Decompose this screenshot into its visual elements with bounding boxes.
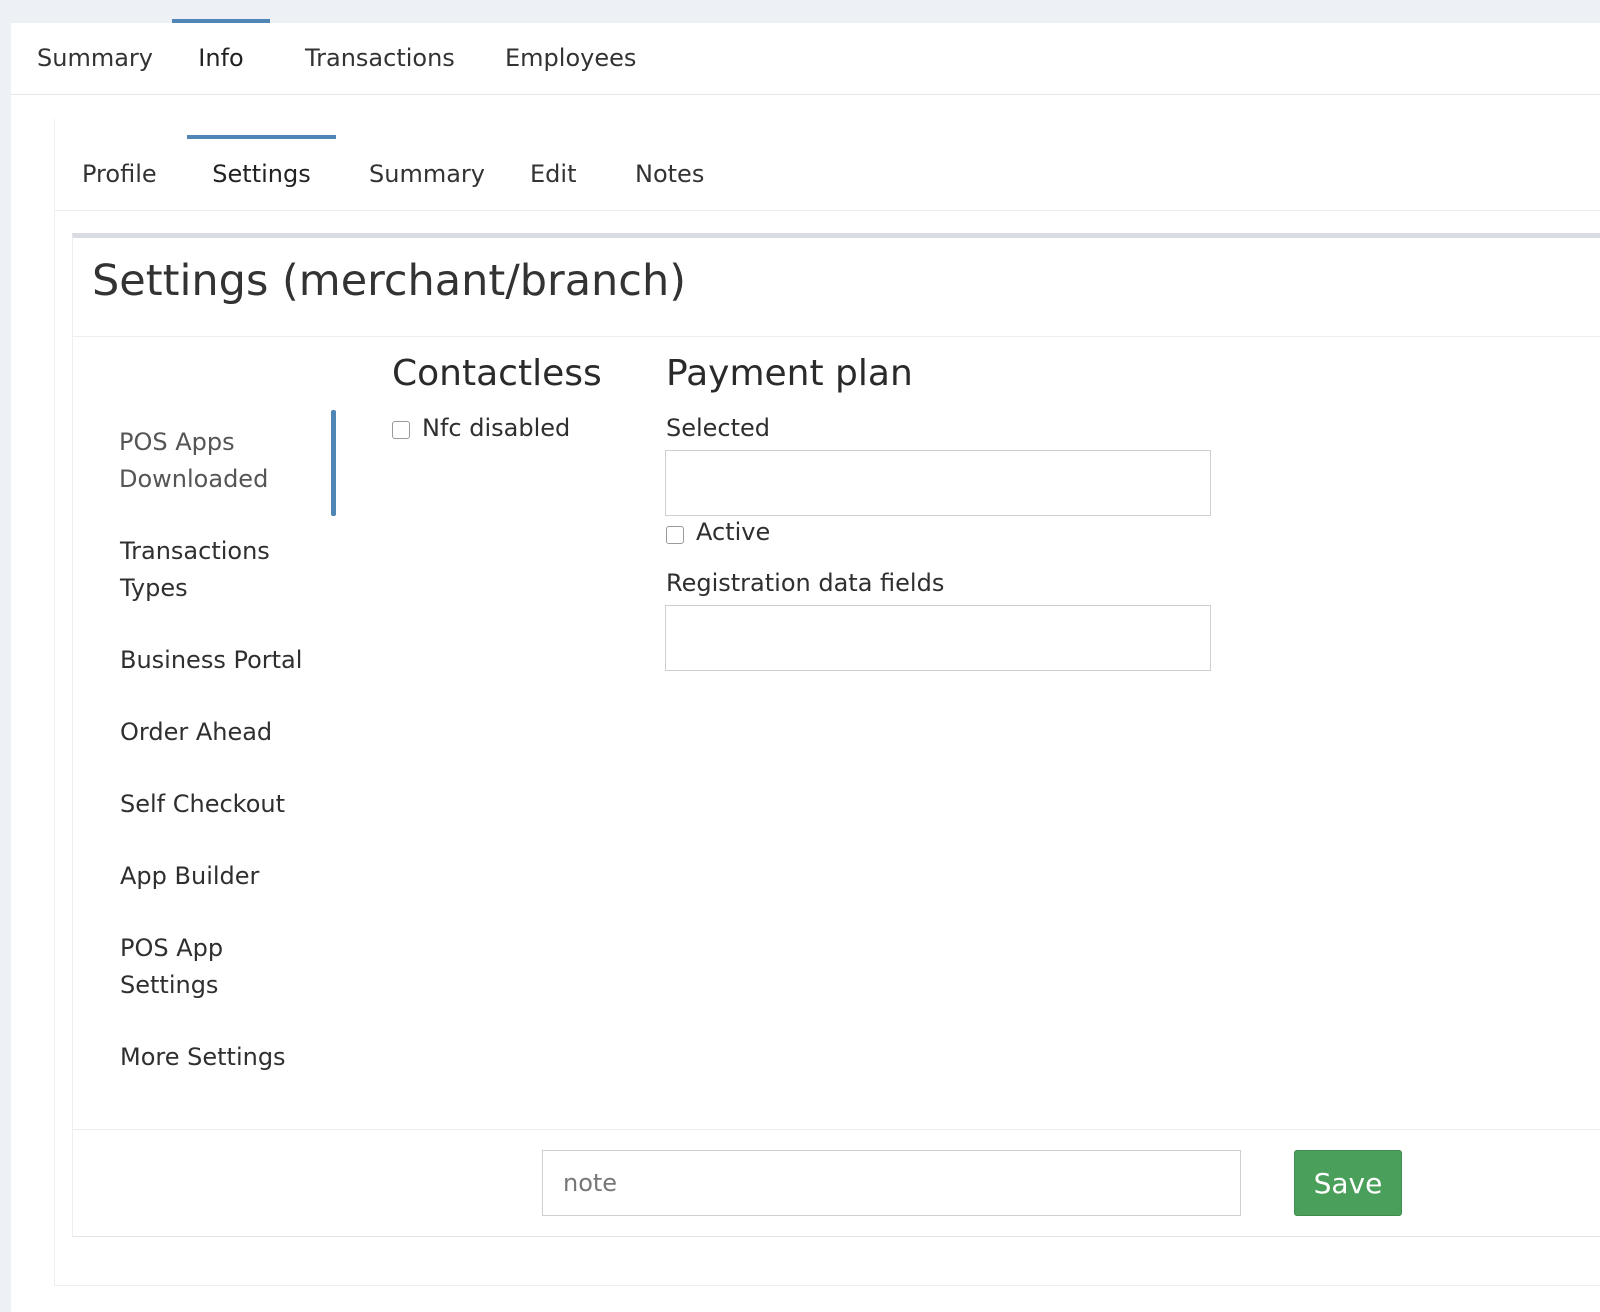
note-input[interactable]	[542, 1150, 1241, 1216]
top-tab-bar: Summary Info Transactions Employees	[11, 19, 1600, 95]
tab-transactions[interactable]: Transactions	[305, 23, 455, 94]
tab-info[interactable]: Info	[172, 19, 270, 94]
payment-plan-title: Payment plan	[666, 353, 913, 394]
side-item-pos-app-settings[interactable]: POS App Settings	[120, 930, 240, 1004]
side-item-pos-apps-downloaded[interactable]: POS Apps Downloaded	[119, 424, 279, 498]
side-item-app-builder[interactable]: App Builder	[120, 858, 330, 895]
sub-tab-bar: Profile Settings Summary Edit Notes	[55, 119, 1600, 211]
active-label: Active	[696, 518, 771, 546]
main-card: Summary Info Transactions Employees Prof…	[11, 19, 1600, 1312]
tab-employees[interactable]: Employees	[505, 23, 636, 94]
footer-divider	[73, 1129, 1600, 1130]
tab-summary[interactable]: Summary	[37, 23, 153, 94]
settings-panel: Settings (merchant/branch) POS Apps Down…	[72, 233, 1600, 1237]
contactless-title: Contactless	[392, 353, 602, 394]
nfc-disabled-label: Nfc disabled	[422, 414, 571, 442]
side-item-more-settings[interactable]: More Settings	[120, 1039, 330, 1076]
nfc-disabled-checkbox[interactable]	[392, 421, 410, 439]
side-item-transactions-types[interactable]: Transactions Types	[120, 533, 280, 607]
registration-data-fields-label: Registration data fields	[666, 569, 945, 597]
side-item-self-checkout[interactable]: Self Checkout	[120, 786, 330, 823]
selected-label: Selected	[666, 414, 771, 442]
registration-data-fields-input[interactable]	[665, 605, 1211, 671]
panel-divider	[73, 336, 1600, 337]
active-checkbox[interactable]	[666, 526, 684, 544]
subtab-edit[interactable]: Edit	[530, 119, 576, 210]
info-card: Profile Settings Summary Edit Notes Sett…	[54, 119, 1600, 1286]
selected-input[interactable]	[665, 450, 1211, 516]
panel-title: Settings (merchant/branch)	[92, 256, 686, 306]
subtab-summary[interactable]: Summary	[369, 119, 485, 210]
subtab-profile[interactable]: Profile	[82, 119, 157, 210]
side-nav-active-indicator	[331, 410, 336, 516]
side-item-order-ahead[interactable]: Order Ahead	[120, 714, 330, 751]
subtab-settings[interactable]: Settings	[187, 119, 336, 210]
side-item-business-portal[interactable]: Business Portal	[120, 642, 330, 679]
subtab-notes[interactable]: Notes	[635, 119, 704, 210]
save-button[interactable]: Save	[1294, 1150, 1402, 1216]
